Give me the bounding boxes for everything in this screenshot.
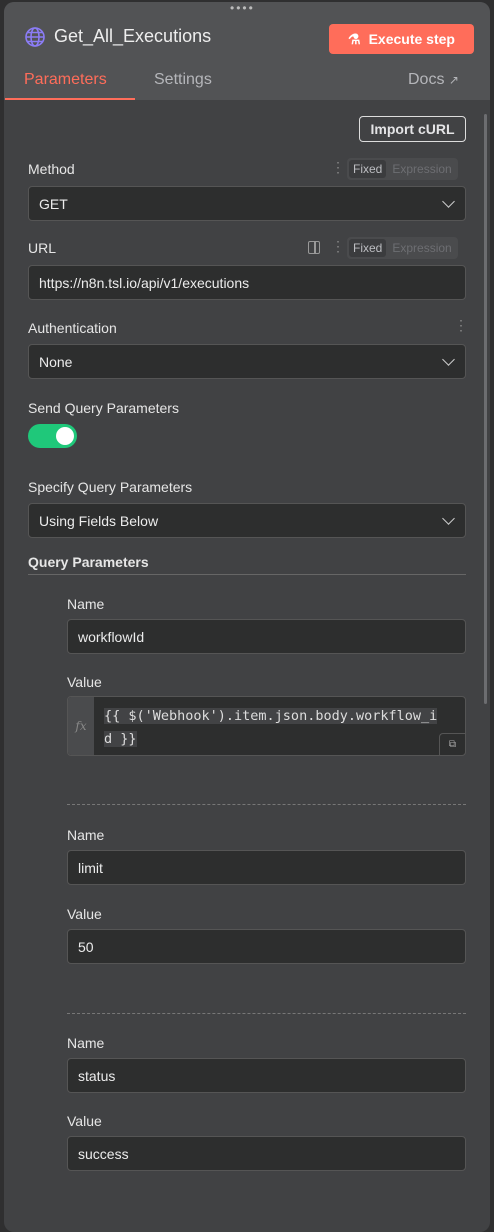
flask-icon: ⚗: [348, 30, 361, 47]
query-params-heading: Query Parameters: [28, 554, 149, 570]
node-title[interactable]: Get_All_Executions: [54, 26, 211, 47]
globe-icon: [24, 26, 46, 53]
param-name-input[interactable]: limit: [67, 850, 466, 885]
method-select[interactable]: GET: [28, 186, 466, 221]
scrollbar[interactable]: [484, 114, 487, 704]
url-input[interactable]: https://n8n.tsl.io/api/v1/executions: [28, 265, 466, 300]
specify-query-select[interactable]: Using Fields Below: [28, 503, 466, 538]
send-query-label: Send Query Parameters: [28, 400, 179, 416]
value-label: Value: [67, 1113, 102, 1129]
expand-icon[interactable]: ⧉: [439, 733, 465, 755]
docs-link[interactable]: Docs ↗: [408, 71, 459, 89]
node-panel: •••• Get_All_Executions ⚗ Execute step Pa…: [4, 2, 490, 1232]
external-link-icon: ↗: [448, 73, 459, 87]
options-icon[interactable]: ⋮: [331, 238, 345, 255]
authentication-select[interactable]: None: [28, 344, 466, 379]
fx-icon: fx: [68, 697, 94, 755]
divider: [67, 804, 466, 805]
options-icon[interactable]: ⋮: [454, 317, 468, 334]
import-curl-button[interactable]: Import cURL: [359, 116, 466, 142]
name-label: Name: [67, 596, 105, 612]
value-label: Value: [67, 674, 102, 690]
url-mode-toggle[interactable]: Fixed Expression: [347, 237, 458, 259]
param-value-expression[interactable]: fx {{ $('Webhook').item.json.body.workfl…: [67, 696, 466, 756]
divider: [67, 1013, 466, 1014]
tab-settings[interactable]: Settings: [154, 71, 212, 89]
send-query-toggle[interactable]: [28, 424, 77, 448]
tab-parameters[interactable]: Parameters: [24, 71, 107, 89]
method-mode-toggle[interactable]: Fixed Expression: [347, 158, 458, 180]
url-label: URL: [28, 240, 57, 256]
name-label: Name: [67, 827, 105, 843]
drag-handle[interactable]: ••••: [230, 2, 255, 15]
chevron-down-icon: [442, 353, 455, 366]
value-label: Value: [67, 906, 102, 922]
active-tab-indicator: [5, 98, 135, 100]
param-value-input[interactable]: 50: [67, 929, 466, 964]
specify-query-label: Specify Query Parameters: [28, 479, 193, 495]
name-label: Name: [67, 1035, 105, 1051]
divider: [28, 574, 466, 575]
options-icon[interactable]: ⋮: [331, 159, 345, 176]
auth-label: Authentication: [28, 320, 117, 336]
param-value-input[interactable]: success: [67, 1136, 466, 1171]
panel-toggle-icon[interactable]: [308, 241, 320, 254]
execute-step-button[interactable]: ⚗ Execute step: [329, 24, 474, 54]
chevron-down-icon: [442, 512, 455, 525]
param-name-input[interactable]: status: [67, 1058, 466, 1093]
chevron-down-icon: [442, 195, 455, 208]
param-name-input[interactable]: workflowId: [67, 619, 466, 654]
method-label: Method: [28, 161, 75, 177]
